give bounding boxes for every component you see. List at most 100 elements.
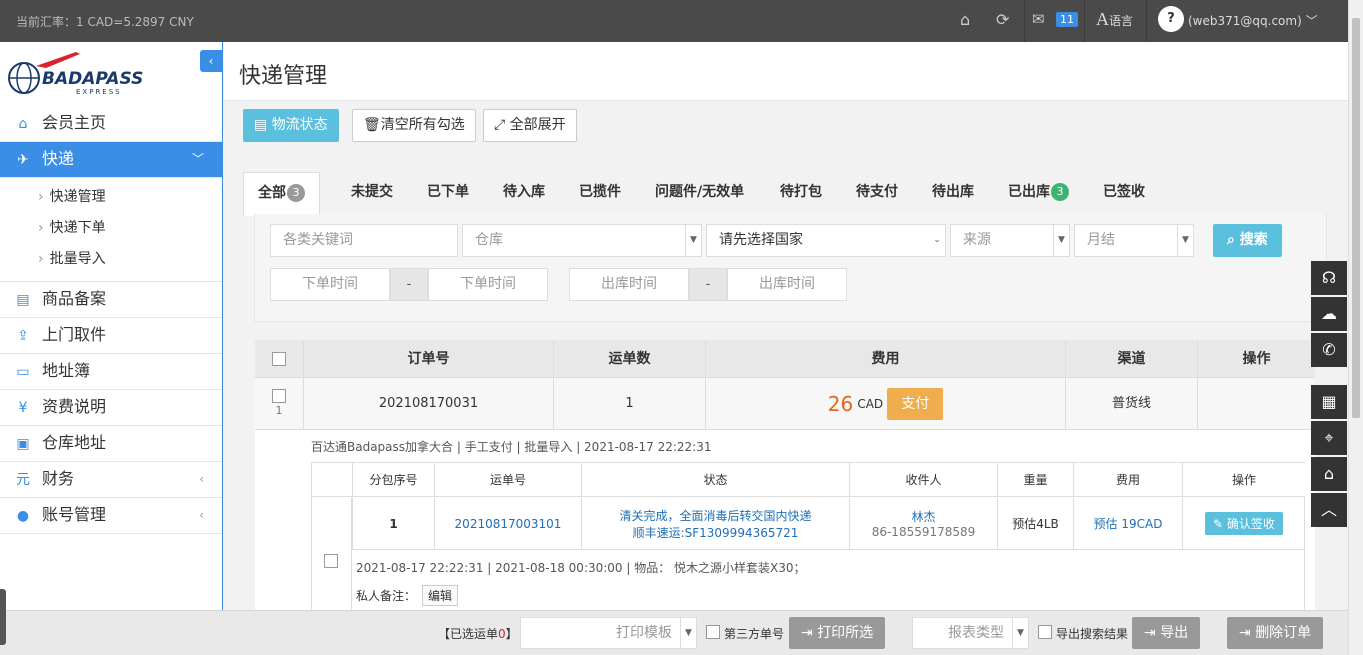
note-label: 私人备注： [356, 589, 417, 603]
tab-signed[interactable]: 已签收 [1103, 172, 1145, 215]
order-time-end[interactable]: 下单时间 [428, 268, 548, 301]
out-time-end[interactable]: 出库时间 [727, 268, 847, 301]
calculator-icon[interactable]: ▦ [1311, 385, 1347, 419]
home-icon[interactable]: ⌂ [960, 10, 970, 29]
logo-graphic: BADAPASS EXPRESS [8, 52, 143, 96]
sign-in-icon: ⇥ [1239, 625, 1256, 641]
private-notes: 私人备注： 编辑 [356, 585, 459, 606]
tab-unsubmitted[interactable]: 未提交 [351, 172, 393, 215]
sidebar-item-finance[interactable]: 元财务 ‹ [0, 462, 222, 498]
clear-selection-button[interactable]: 🗑清空所有勾选 [352, 109, 476, 142]
row-checkbox[interactable] [272, 388, 286, 403]
pay-button[interactable]: 支付 [887, 388, 944, 420]
sub-row-select-cell [312, 498, 352, 611]
tab-ordered[interactable]: 已下单 [427, 172, 469, 215]
mail-count-badge: 11 [1056, 12, 1078, 27]
filter-panel: 各类关键词 仓库 ▼ 请先选择国家 ⌄ 来源 ▼ 月结 ▼ ⌕ 搜索 下单时间 - 下单… [254, 214, 1327, 322]
report-type-select[interactable]: 报表类型 ▼ [912, 617, 1029, 649]
sidebar-item-express[interactable]: ✈ 快递 ﹀ [0, 142, 222, 178]
sidebar: BADAPASS EXPRESS ‹ ⌂ 会员主页 ✈ 快递 ﹀ 快递管理 快递下单 … [0, 42, 223, 612]
export-button[interactable]: ⇥ 导出 [1132, 617, 1201, 649]
sidebar-item-warehouse[interactable]: ▣ 仓库地址 [0, 426, 222, 462]
order-detail-info: 百达通Badapass加拿大合 | 手工支付 | 批量导入 | 2021-08-… [311, 440, 712, 454]
caret-down-icon: ▼ [1012, 618, 1028, 648]
tab-awaiting-payment[interactable]: 待支付 [856, 172, 898, 215]
sidebar-item-products[interactable]: ▤ 商品备案 [0, 282, 222, 318]
expand-all-button[interactable]: ⤢ 全部展开 [483, 109, 577, 142]
sidebar-item-label: 仓库地址 [42, 433, 107, 452]
export-search-checkbox[interactable] [1038, 625, 1052, 639]
report-type-placeholder: 报表类型 [948, 625, 1004, 641]
source-placeholder: 来源 [963, 232, 991, 248]
sidebar-item-pricing[interactable]: ¥ 资费说明 [0, 390, 222, 426]
table-row[interactable]: 1 202108170031 1 26 CAD 支付 普货线 [255, 378, 1315, 430]
phone-icon[interactable]: ✆ [1311, 333, 1347, 367]
print-selected-button[interactable]: ⇥ 打印所选 [789, 617, 886, 649]
logistics-status-button[interactable]: ▤ 物流状态 [243, 109, 339, 142]
tab-all[interactable]: 全部 3 [243, 172, 320, 216]
tab-awaiting-outbound[interactable]: 待出库 [932, 172, 974, 215]
collapse-sidebar-button[interactable]: ‹ [200, 50, 222, 72]
select-all-checkbox[interactable] [272, 352, 286, 366]
selected-label: 【已选运单 [438, 627, 499, 641]
source-select[interactable]: 来源 ▼ [950, 224, 1070, 257]
sidebar-subitem-express-manage[interactable]: 快递管理 [0, 182, 222, 213]
chevron-down-icon: ﹀ [191, 152, 204, 166]
wechat-icon[interactable]: ☁ [1311, 297, 1347, 331]
divider [1024, 0, 1025, 42]
order-time-start[interactable]: 下单时间 [270, 268, 390, 301]
third-party-checkbox[interactable] [706, 625, 720, 639]
sub-waybill-link[interactable]: 20210817003101 [434, 498, 581, 550]
fee-amount: 26 [827, 392, 854, 416]
logo-sub: EXPRESS [76, 88, 122, 96]
tab-shipped[interactable]: 已出库 3 [1008, 172, 1069, 215]
out-time-start[interactable]: 出库时间 [569, 268, 689, 301]
scrollbar-thumb[interactable] [1352, 18, 1360, 418]
refresh-icon[interactable]: ⟳ [996, 10, 1009, 29]
export-search-label: 导出搜索结果 [1056, 627, 1129, 641]
sign-in-icon: ⇥ [801, 625, 818, 641]
warehouse-placeholder: 仓库 [475, 232, 503, 248]
sidebar-subitem-batch-import[interactable]: 批量导入 [0, 244, 222, 275]
keyword-input[interactable]: 各类关键词 [270, 224, 458, 257]
customer-service-icon[interactable]: ☊ [1311, 261, 1347, 295]
top-bar: 当前汇率：1 CAD=5.2897 CNY ⌂ ⟳ ✉ 11 A语言 ? (we… [0, 0, 1348, 42]
sidebar-item-label: 快递 [42, 149, 75, 168]
sidebar-item-account[interactable]: ● 账号管理 ‹ [0, 498, 222, 534]
trash-icon: 🗑 [363, 117, 381, 133]
yen-icon: ¥ [18, 400, 28, 416]
confirm-receipt-button[interactable]: ✎ 确认签收 [1205, 512, 1283, 535]
mail-icon[interactable]: ✉ [1032, 10, 1045, 28]
warehouse-select[interactable]: 仓库 ▼ [462, 224, 702, 257]
user-menu[interactable]: (web371@qq.com) ﹀ [1188, 12, 1318, 29]
search-button[interactable]: ⌕ 搜索 [1213, 224, 1282, 257]
country-select[interactable]: 请先选择国家 ⌄ [706, 224, 946, 257]
warehouse-icon[interactable]: ⌂ [1311, 457, 1347, 491]
tab-problem[interactable]: 问题件/无效单 [655, 172, 744, 215]
tab-collected[interactable]: 已揽件 [579, 172, 621, 215]
sidebar-subitem-express-order[interactable]: 快递下单 [0, 213, 222, 244]
sub-col-seq: 分包序号 [352, 463, 434, 497]
table-header: 订单号 运单数 费用 渠道 操作 [255, 340, 1315, 378]
edit-note-button[interactable]: 编辑 [422, 585, 459, 606]
avatar[interactable]: ? [1158, 6, 1184, 32]
tab-awaiting-inbound[interactable]: 待入库 [503, 172, 545, 215]
tab-awaiting-pack[interactable]: 待打包 [780, 172, 822, 215]
sub-row-checkbox[interactable] [324, 554, 338, 568]
page-scrollbar[interactable] [1348, 0, 1363, 655]
print-template-select[interactable]: 打印模板 ▼ [520, 617, 697, 649]
recipient-name[interactable]: 林杰 [911, 508, 935, 525]
monthly-select[interactable]: 月结 ▼ [1074, 224, 1194, 257]
sidebar-item-home[interactable]: ⌂ 会员主页 [0, 106, 222, 142]
sidebar-item-pickup[interactable]: ⇪ 上门取件 [0, 318, 222, 354]
selected-count: 0 [498, 627, 506, 641]
sidebar-item-label: 上门取件 [42, 325, 107, 344]
tab-label: 已出库 [1008, 184, 1050, 200]
location-icon[interactable]: ⌖ [1311, 421, 1347, 455]
back-to-top-icon[interactable]: ︿ [1311, 493, 1347, 527]
edit-icon: ✎ [1213, 517, 1227, 531]
side-handle[interactable] [0, 589, 6, 645]
delete-orders-button[interactable]: ⇥ 删除订单 [1227, 617, 1324, 649]
language-button[interactable]: A语言 [1096, 9, 1133, 30]
sidebar-item-addressbook[interactable]: ▭ 地址簿 [0, 354, 222, 390]
